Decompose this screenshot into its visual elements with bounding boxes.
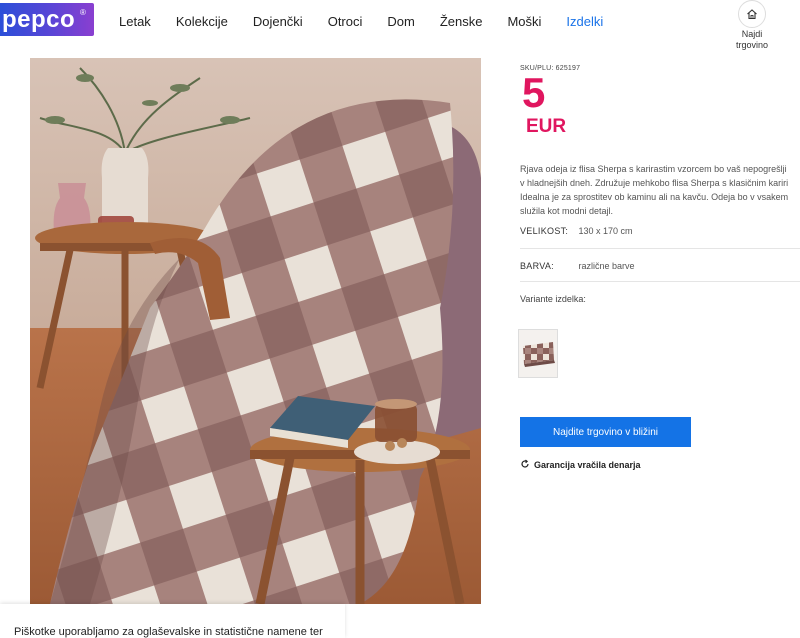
- divider: [520, 248, 800, 249]
- attribute-color-value: različne barve: [578, 261, 635, 271]
- product-currency: EUR: [526, 116, 567, 137]
- logo-registered-mark: ®: [80, 8, 86, 17]
- attribute-color-label: BARVA:: [520, 261, 554, 271]
- nav-moski[interactable]: Moški: [507, 14, 541, 29]
- nav-zenske[interactable]: Ženske: [440, 14, 483, 29]
- find-store-button[interactable]: Najdite trgovino v bližini: [520, 417, 691, 447]
- attribute-color: BARVA: različne barve: [520, 261, 800, 271]
- attribute-size-value: 130 x 170 cm: [578, 226, 633, 236]
- description-line: v hladnejših dneh. Združuje mehkobo flis…: [520, 178, 789, 188]
- attribute-size: VELIKOST: 130 x 170 cm: [520, 226, 800, 236]
- description-line: Idealna je za sprostitev ob kaminu ali n…: [520, 192, 789, 202]
- nav-kolekcije[interactable]: Kolekcije: [176, 14, 228, 29]
- guarantee-label: Garancija vračila denarja: [534, 460, 641, 470]
- variant-thumbnail[interactable]: [518, 329, 558, 378]
- nav-dom[interactable]: Dom: [387, 14, 414, 29]
- product-description: Rjava odeja iz flisa Sherpa s karirastim…: [520, 162, 800, 218]
- house-icon: [738, 0, 766, 28]
- attribute-size-label: VELIKOST:: [520, 226, 569, 236]
- main-nav: Letak Kolekcije Dojenčki Otroci Dom Žens…: [119, 14, 628, 29]
- store-finder-label-2: trgovino: [735, 40, 769, 50]
- store-finder-button[interactable]: Najdi trgovino: [728, 0, 776, 50]
- pepco-logo[interactable]: pepco ®: [0, 3, 94, 36]
- nav-dojencki[interactable]: Dojenčki: [253, 14, 303, 29]
- nav-otroci[interactable]: Otroci: [328, 14, 363, 29]
- nav-letak[interactable]: Letak: [119, 14, 151, 29]
- product-image[interactable]: [30, 58, 481, 604]
- description-line: služila kot modni detajl.: [520, 206, 614, 216]
- store-finder-label-1: Najdi: [741, 29, 763, 39]
- refresh-icon: [520, 459, 530, 471]
- site-header: pepco ® Letak Kolekcije Dojenčki Otroci …: [0, 0, 800, 50]
- product-price: 5: [522, 69, 546, 116]
- variants-label: Variante izdelka:: [520, 294, 586, 304]
- cookie-text: Piškotke uporabljamo za oglaševalske in …: [14, 626, 323, 638]
- logo-text: pepco: [2, 6, 76, 33]
- nav-izdelki[interactable]: Izdelki: [566, 14, 603, 29]
- money-back-guarantee-link[interactable]: Garancija vračila denarja: [520, 459, 641, 471]
- cookie-banner: Piškotke uporabljamo za oglaševalske in …: [0, 604, 345, 638]
- divider: [520, 281, 800, 282]
- description-line: Rjava odeja iz flisa Sherpa s karirastim…: [520, 164, 787, 174]
